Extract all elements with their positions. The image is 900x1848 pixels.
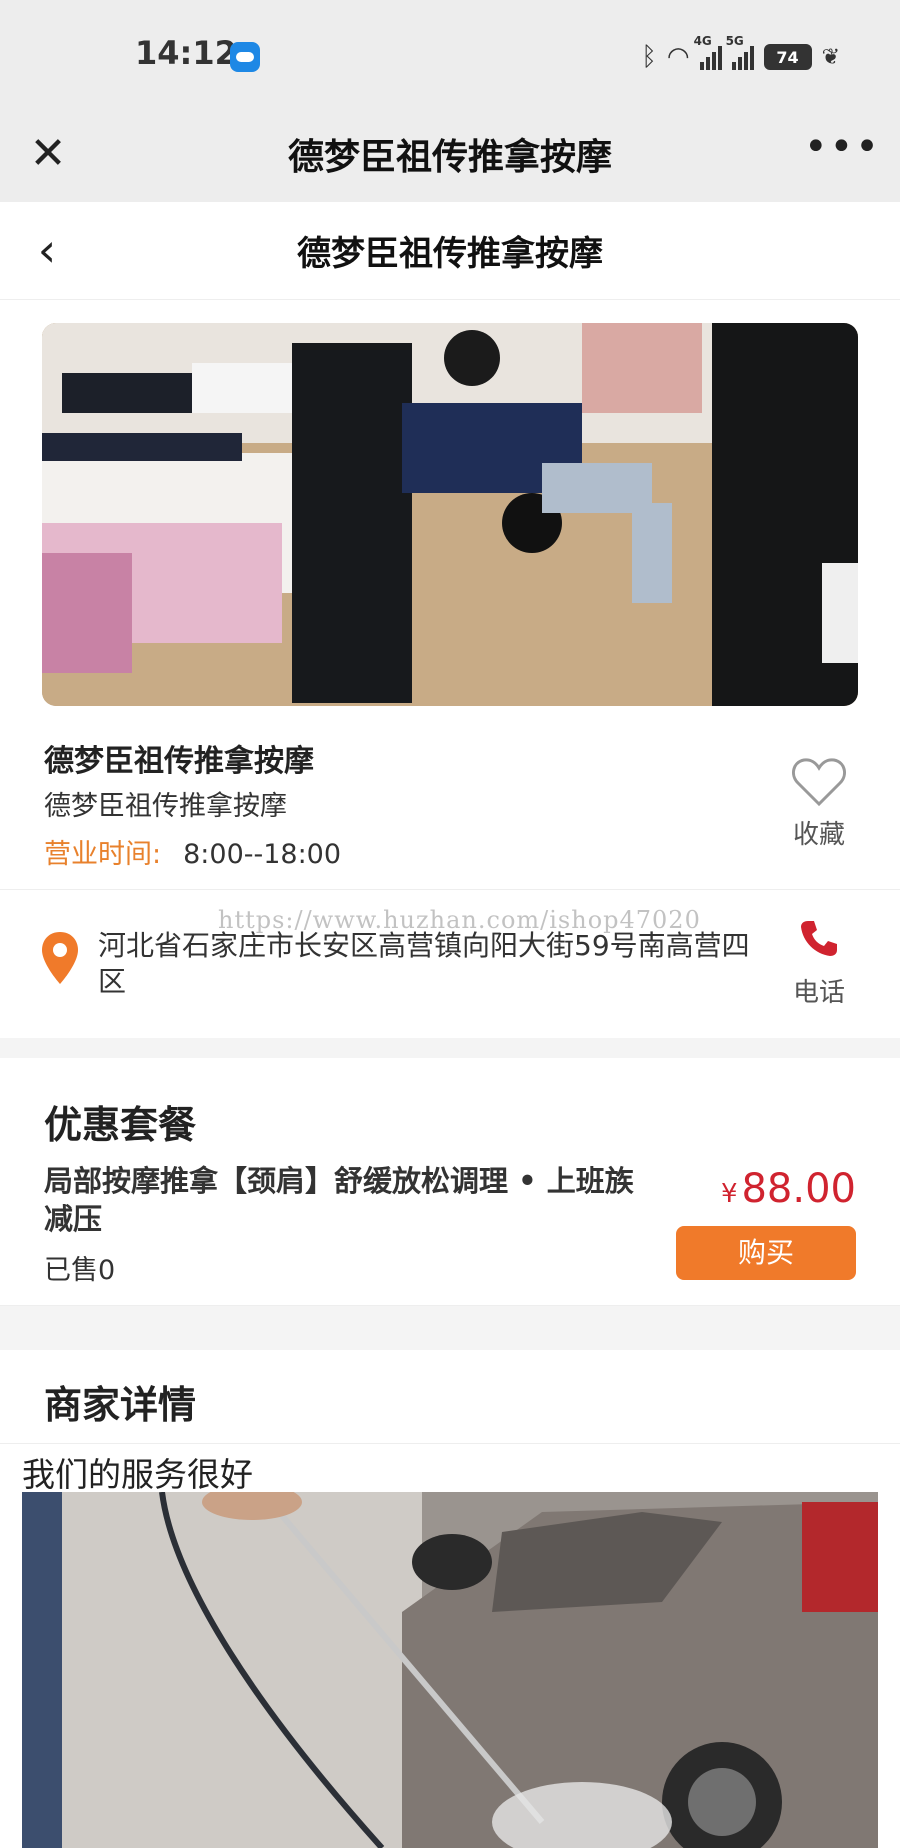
status-icons: ᛒ ◠ 4G 5G 74 ❦ — [641, 34, 840, 74]
shop-photo — [42, 323, 858, 706]
phone-icon — [801, 921, 837, 956]
favorite-button[interactable]: 收藏 — [782, 756, 856, 851]
hours-value: 8:00--18:00 — [183, 839, 342, 870]
currency-symbol: ¥ — [720, 1179, 738, 1209]
more-icon[interactable]: ••• — [804, 127, 879, 172]
bluetooth-icon: ᛒ — [641, 42, 657, 72]
details-body: 我们的服务很好 — [0, 1444, 900, 1848]
shop-info: 德梦臣祖传推拿按摩 德梦臣祖传推拿按摩 营业时间: 8:00--18:00 收藏 — [0, 706, 900, 890]
title-bar: ✕ 德梦臣祖传推拿按摩 ••• — [0, 110, 900, 202]
leaf-icon: ❦ — [821, 44, 840, 70]
package-name[interactable]: 局部按摩推拿【颈肩】舒缓放松调理 • 上班族减压 — [44, 1162, 644, 1238]
wifi-icon: ◠ — [666, 42, 690, 72]
address-row: https://www.huzhan.com/ishop47020 河北省石家庄… — [0, 890, 900, 1038]
battery-icon: 74 — [763, 44, 812, 70]
signal-icon: 4G — [694, 34, 722, 70]
massage-photo — [42, 323, 858, 706]
details-text: 我们的服务很好 — [22, 1455, 253, 1494]
package-price: ¥88.00 — [721, 1166, 856, 1212]
nav-bar: ‹ 德梦臣祖传推拿按摩 — [0, 202, 900, 300]
car-wash-photo — [22, 1492, 878, 1848]
sold-count: 已售0 — [44, 1255, 116, 1286]
favorite-label: 收藏 — [792, 820, 845, 850]
status-time: 14:12 — [135, 34, 237, 72]
address-text[interactable]: 河北省石家庄市长安区高营镇向阳大街59号南高营四区 — [98, 928, 758, 1000]
buy-button[interactable]: 购买 — [676, 1226, 856, 1280]
section-divider — [0, 1038, 900, 1058]
page-title: 德梦臣祖传推拿按摩 — [297, 234, 603, 274]
status-bar: 14:12 ᛒ ◠ 4G 5G 74 ❦ — [0, 0, 900, 110]
signal-icon: 5G — [726, 34, 754, 70]
heart-icon — [791, 758, 847, 807]
package-section: 优惠套餐 局部按摩推拿【颈肩】舒缓放松调理 • 上班族减压 已售0 ¥88.00… — [0, 1058, 900, 1306]
phone-button[interactable]: 电话 — [782, 918, 856, 1009]
hours-label: 营业时间: — [44, 839, 162, 870]
shop-name: 德梦臣祖传推拿按摩 — [44, 744, 314, 779]
shop-subtitle: 德梦臣祖传推拿按摩 — [44, 791, 287, 822]
details-header: 商家详情 — [0, 1350, 900, 1444]
details-section-title: 商家详情 — [44, 1383, 197, 1427]
location-pin-icon — [42, 932, 78, 984]
weather-icon — [230, 42, 260, 72]
package-section-title: 优惠套餐 — [44, 1103, 197, 1147]
phone-label: 电话 — [792, 978, 845, 1008]
section-divider — [0, 1306, 900, 1350]
details-photo — [22, 1492, 878, 1848]
price-value: 88.00 — [741, 1166, 856, 1212]
business-hours: 营业时间: 8:00--18:00 — [44, 832, 341, 871]
window-title: 德梦臣祖传推拿按摩 — [287, 137, 612, 178]
